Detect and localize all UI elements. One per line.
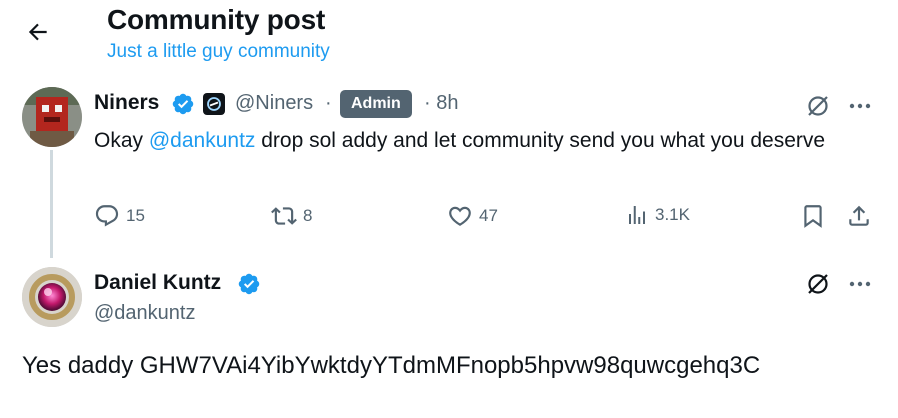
mention-link[interactable]: @dankuntz (149, 129, 256, 152)
views-icon (629, 206, 645, 224)
grok-icon[interactable] (804, 270, 832, 298)
heart-icon (449, 206, 471, 226)
verified-badge-icon (238, 273, 260, 295)
views-count: 3.1K (655, 205, 690, 224)
reply-icon (95, 205, 119, 227)
post-text: Okay @dankuntz drop sol addy and let com… (94, 126, 854, 156)
bookmark-icon (804, 205, 822, 228)
community-link[interactable]: Just a little guy community (107, 41, 330, 63)
like-count: 47 (479, 206, 498, 225)
avatar[interactable] (22, 267, 82, 327)
bookmark-button[interactable] (800, 203, 826, 229)
author-name[interactable]: Niners (94, 91, 159, 115)
like-button[interactable]: 47 (447, 203, 498, 229)
avatar[interactable] (22, 87, 82, 147)
reply-button[interactable]: 15 (94, 203, 145, 229)
back-button[interactable] (20, 14, 56, 50)
views-button[interactable]: 3.1K (625, 203, 690, 227)
grok-icon[interactable] (804, 92, 832, 120)
page-title: Community post (107, 4, 326, 35)
more-icon[interactable] (846, 270, 874, 298)
author-handle[interactable]: @dankuntz (94, 302, 195, 325)
repost-count: 8 (303, 206, 313, 225)
reply-count: 15 (126, 206, 145, 225)
author-name[interactable]: Daniel Kuntz (94, 271, 221, 295)
post-text-prefix: Okay (94, 129, 149, 152)
author-handle[interactable]: @Niners (235, 92, 313, 115)
repost-button[interactable]: 8 (271, 203, 312, 229)
post-text: Yes daddy GHW7VAi4YibYwktdyYTdmMFnopb5hp… (22, 352, 761, 379)
arrow-left-icon (28, 23, 47, 41)
verified-badge-icon (172, 93, 194, 115)
affiliate-logo[interactable] (203, 93, 225, 115)
more-icon[interactable] (846, 92, 874, 120)
post-time[interactable]: · 8h (424, 92, 458, 115)
thread-connector (50, 150, 53, 258)
admin-badge: Admin (340, 90, 412, 118)
separator: · (325, 92, 332, 114)
share-icon (849, 205, 869, 226)
post-text-suffix: drop sol addy and let community send you… (255, 129, 826, 152)
share-button[interactable] (846, 203, 872, 229)
repost-icon (271, 207, 297, 225)
